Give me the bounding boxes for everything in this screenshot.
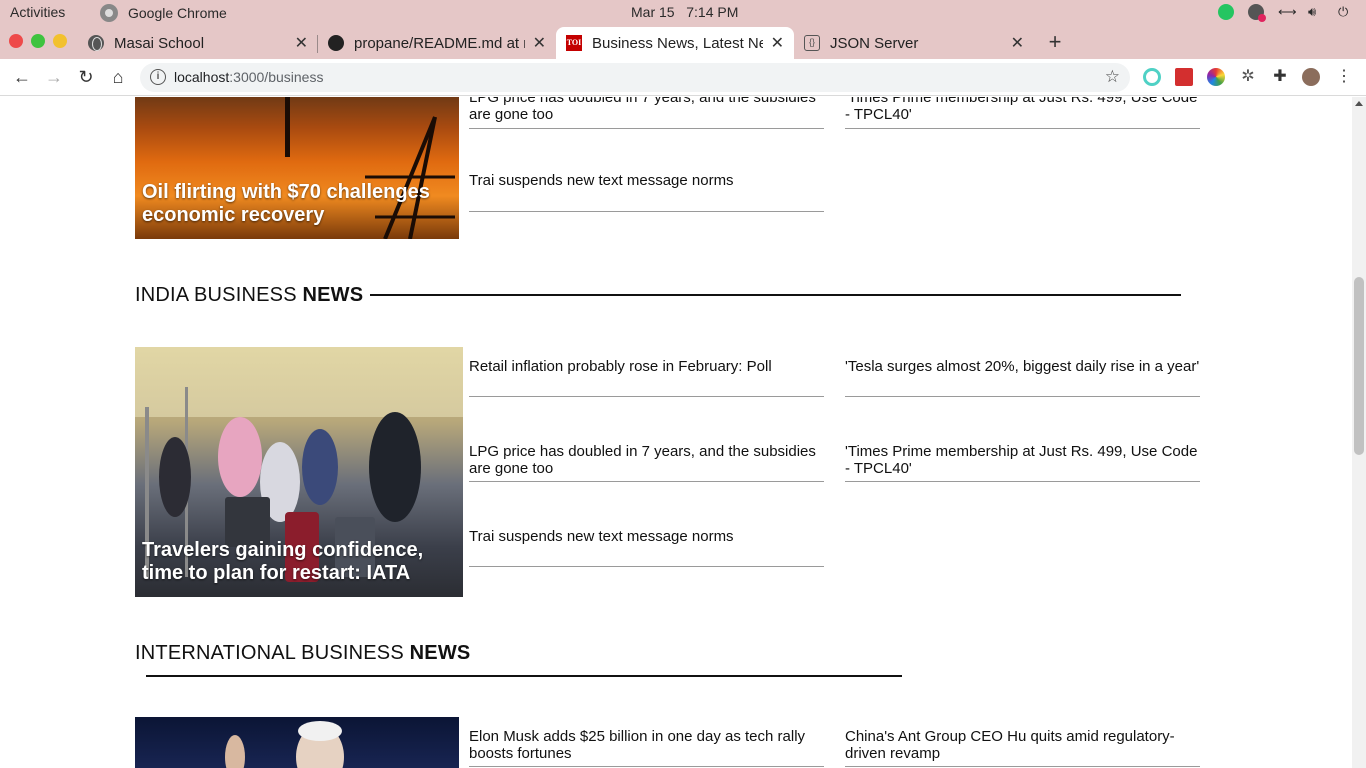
news-item[interactable]: LPG price has doubled in 7 years, and th… bbox=[469, 97, 824, 129]
news-headline: China's Ant Group CEO Hu quits amid regu… bbox=[845, 728, 1175, 762]
toi-icon: TOI bbox=[566, 35, 582, 51]
tab-title: Business News, Latest Ne bbox=[592, 34, 763, 52]
site-info-icon[interactable]: i bbox=[150, 69, 166, 85]
news-headline: LPG price has doubled in 7 years, and th… bbox=[469, 97, 816, 123]
url-text[interactable]: localhost:3000/business bbox=[174, 69, 323, 85]
section-rule bbox=[146, 675, 902, 677]
news-headline: 'Times Prime membership at Just Rs. 499,… bbox=[845, 97, 1198, 123]
close-tab-icon[interactable]: ✕ bbox=[295, 33, 308, 53]
news-item[interactable]: Trai suspends new text message norms bbox=[469, 482, 824, 567]
power-icon[interactable]: ⏻ bbox=[1338, 4, 1354, 20]
section-title-international: INTERNATIONAL BUSINESS NEWS bbox=[135, 642, 470, 665]
news-headline: 'Times Prime membership at Just Rs. 499,… bbox=[845, 443, 1198, 477]
system-tray: ⟷ 🔊︎ ⏻ bbox=[1218, 4, 1354, 22]
home-icon[interactable]: ⌂ bbox=[106, 65, 130, 89]
clock-time: 7:14 PM bbox=[686, 4, 739, 20]
news-item[interactable]: Retail inflation probably rose in Februa… bbox=[469, 347, 824, 397]
news-headline: Trai suspends new text message norms bbox=[469, 528, 734, 545]
tab-title: JSON Server bbox=[830, 34, 919, 52]
whatsapp-icon[interactable] bbox=[1218, 4, 1234, 20]
chrome-icon bbox=[100, 4, 118, 22]
globe-icon bbox=[88, 35, 104, 51]
section-title-text: INTERNATIONAL BUSINESS bbox=[135, 642, 410, 664]
app-name: Google Chrome bbox=[128, 5, 227, 21]
back-arrow-icon[interactable]: ← bbox=[10, 65, 34, 89]
tab-title: Masai School bbox=[114, 34, 205, 52]
section-rule bbox=[370, 294, 1181, 296]
section-title-text: INDIA BUSINESS bbox=[135, 284, 303, 306]
section-title-bold: NEWS bbox=[302, 284, 364, 306]
speaker-illustration bbox=[225, 721, 344, 768]
network-icon[interactable]: ⟷ bbox=[1278, 4, 1297, 20]
hero-caption: Oil flirting with $70 challenges economi… bbox=[142, 181, 430, 226]
extensions-puzzle-icon[interactable]: ✚ bbox=[1271, 68, 1289, 86]
scrollbar-thumb[interactable] bbox=[1354, 277, 1364, 455]
vertical-scrollbar[interactable] bbox=[1352, 97, 1366, 768]
scroll-up-arrow-icon[interactable] bbox=[1355, 101, 1363, 106]
news-item[interactable]: Trai suspends new text message norms bbox=[469, 129, 824, 212]
section-title-bold: NEWS bbox=[409, 642, 471, 664]
json-icon: {} bbox=[804, 35, 820, 51]
tab-github-readme[interactable]: propane/README.md at m ✕ bbox=[318, 27, 556, 59]
url-host: localhost bbox=[174, 69, 230, 85]
clock[interactable]: Mar 15 7:14 PM bbox=[631, 4, 738, 20]
color-picker-extension-icon[interactable] bbox=[1207, 68, 1225, 86]
close-tab-icon[interactable]: ✕ bbox=[533, 33, 546, 53]
system-top-bar: Activities Google Chrome Mar 15 7:14 PM … bbox=[0, 0, 1366, 25]
tab-json-server[interactable]: {} JSON Server ✕ bbox=[794, 27, 1034, 59]
hero-international-image[interactable] bbox=[135, 717, 459, 768]
section-title-india: INDIA BUSINESS NEWS bbox=[135, 284, 363, 307]
news-item[interactable]: China's Ant Group CEO Hu quits amid regu… bbox=[845, 717, 1200, 767]
messenger-icon[interactable] bbox=[1248, 4, 1266, 22]
news-headline: LPG price has doubled in 7 years, and th… bbox=[469, 443, 816, 477]
minimize-window-button[interactable] bbox=[53, 34, 67, 48]
profile-avatar[interactable] bbox=[1302, 68, 1320, 86]
news-headline: Elon Musk adds $25 billion in one day as… bbox=[469, 728, 806, 762]
news-item[interactable]: 'Tesla surges almost 20%, biggest daily … bbox=[845, 347, 1200, 397]
github-icon bbox=[328, 35, 344, 51]
chrome-menu-icon[interactable]: ⋮ bbox=[1335, 68, 1353, 86]
address-bar[interactable]: i localhost:3000/business ☆ bbox=[140, 63, 1130, 92]
browser-toolbar: ← → ↻ ⌂ i localhost:3000/business ☆ ✲ ✚ … bbox=[0, 59, 1366, 96]
maximize-window-button[interactable] bbox=[31, 34, 45, 48]
tab-strip: Masai School ✕ propane/README.md at m ✕ … bbox=[0, 25, 1366, 59]
news-item[interactable]: Elon Musk adds $25 billion in one day as… bbox=[469, 717, 824, 767]
app-menu[interactable]: Google Chrome bbox=[100, 4, 227, 22]
forward-arrow-icon[interactable]: → bbox=[42, 65, 66, 89]
volume-icon[interactable]: 🔊︎ bbox=[1308, 4, 1324, 20]
activities-button[interactable]: Activities bbox=[10, 4, 65, 20]
bookmark-star-icon[interactable]: ☆ bbox=[1105, 67, 1120, 87]
hero-travelers-image[interactable]: Travelers gaining confidence, time to pl… bbox=[135, 347, 463, 597]
tab-business-news[interactable]: TOI Business News, Latest Ne ✕ bbox=[556, 27, 794, 59]
clock-date: Mar 15 bbox=[631, 4, 675, 20]
reload-icon[interactable]: ↻ bbox=[74, 65, 98, 89]
url-path: :3000/business bbox=[229, 69, 324, 85]
extension-ring-icon[interactable] bbox=[1143, 68, 1161, 86]
extension-red-icon[interactable] bbox=[1175, 68, 1193, 86]
news-item[interactable]: 'Times Prime membership at Just Rs. 499,… bbox=[845, 97, 1200, 129]
new-tab-button[interactable]: + bbox=[1045, 27, 1065, 57]
close-window-button[interactable] bbox=[9, 34, 23, 48]
hero-oil-image[interactable]: Oil flirting with $70 challenges economi… bbox=[135, 97, 459, 239]
close-tab-icon[interactable]: ✕ bbox=[771, 33, 784, 53]
tab-title: propane/README.md at m bbox=[354, 34, 525, 52]
tab-masai-school[interactable]: Masai School ✕ bbox=[78, 27, 318, 59]
news-headline: Retail inflation probably rose in Februa… bbox=[469, 358, 772, 375]
news-headline: 'Tesla surges almost 20%, biggest daily … bbox=[845, 358, 1200, 375]
news-headline: Trai suspends new text message norms bbox=[469, 172, 734, 189]
hero-caption: Travelers gaining confidence, time to pl… bbox=[142, 539, 424, 584]
extension-gear-icon[interactable]: ✲ bbox=[1239, 68, 1257, 86]
news-item[interactable]: 'Times Prime membership at Just Rs. 499,… bbox=[845, 397, 1200, 482]
news-item[interactable]: LPG price has doubled in 7 years, and th… bbox=[469, 397, 824, 482]
close-tab-icon[interactable]: ✕ bbox=[1011, 33, 1024, 53]
page-viewport: Oil flirting with $70 challenges economi… bbox=[0, 97, 1352, 768]
